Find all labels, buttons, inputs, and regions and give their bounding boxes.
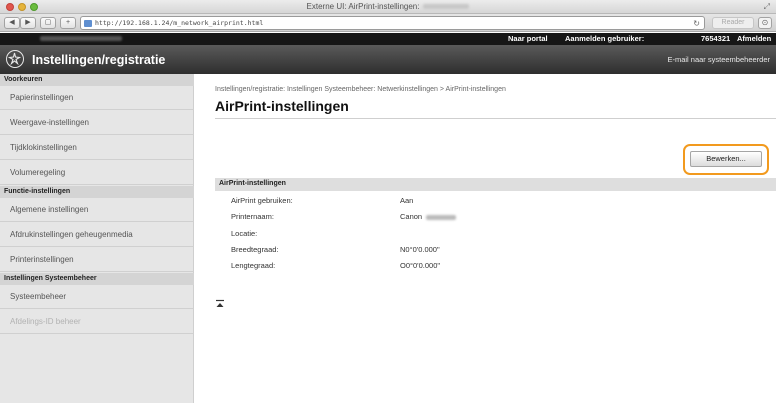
device-name-redacted [40,36,122,41]
sidebar-heading-preferences: Voorkeuren [0,74,194,86]
sidebar-heading-system: Instellingen Systeembeheer [0,273,194,285]
printer-name-redacted [426,214,457,220]
show-all-tabs-icon[interactable]: ▢ [40,17,56,29]
sidebar-item-volume[interactable]: Volumeregeling [0,161,194,185]
sidebar-item-paper[interactable]: Papierinstellingen [0,86,194,110]
sidebar-item-display[interactable]: Weergave-instellingen [0,111,194,135]
logged-in-label: Aanmelden gebruiker: [565,34,645,43]
breadcrumb: Instellingen/registratie: Instellingen S… [215,86,506,93]
fullscreen-icon[interactable]: ⤢ [764,2,770,12]
setting-label: Printernaam: [231,212,274,221]
setting-label: AirPrint gebruiken: [231,196,293,205]
back-button[interactable]: ◀ [4,17,20,29]
setting-value: O0°0'0.000" [400,261,441,270]
page-header: Instellingen/registratie E-mail naar sys… [0,45,776,74]
edit-button[interactable]: Bewerken... [690,151,762,167]
reader-button[interactable]: Reader [712,17,754,29]
setting-row-location: Locatie: [215,226,776,242]
sidebar-item-department-id[interactable]: Afdelings-ID beheer [0,310,194,334]
window-titlebar: Externe UI: AirPrint-instellingen: ⤢ [0,0,776,14]
setting-row-printer-name: Printernaam: Canon [215,209,776,225]
reload-icon[interactable]: ↻ [693,19,700,28]
section-heading: AirPrint-instellingen [215,178,776,191]
header-title: Instellingen/registratie [32,53,166,67]
sidebar-item-system-management[interactable]: Systeembeheer [0,285,194,309]
setting-row-airprint: AirPrint gebruiken: Aan [215,193,776,209]
window-title: Externe UI: AirPrint-instellingen: [0,2,776,11]
sidebar-heading-functions: Functie-instellingen [0,186,194,198]
browser-toolbar: ◀ ▶ ▢ + http://192.168.1.24/m_network_ai… [0,14,776,32]
settings-logo-icon [6,50,24,68]
downloads-icon[interactable]: ⊙ [758,17,772,29]
top-nav-bar: Naar portal Aanmelden gebruiker: 7654321… [0,33,776,45]
sidebar-item-printer[interactable]: Printerinstellingen [0,248,194,272]
site-favicon-icon [84,20,92,27]
setting-value: N0°0'0.000" [400,245,440,254]
title-divider [215,118,776,119]
setting-label: Breedtegraad: [231,245,279,254]
back-to-top-icon[interactable] [215,299,225,309]
setting-value: Canon [400,212,457,221]
forward-button[interactable]: ▶ [20,17,36,29]
sidebar-item-timer[interactable]: Tijdklokinstellingen [0,136,194,160]
sidebar-item-general[interactable]: Algemene instellingen [0,198,194,222]
setting-label: Lengtegraad: [231,261,276,270]
main-content: Instellingen/registratie: Instellingen S… [205,74,776,403]
url-text: http://192.168.1.24/m_network_airprint.h… [95,19,264,27]
setting-row-latitude: Breedtegraad: N0°0'0.000" [215,242,776,258]
address-bar[interactable]: http://192.168.1.24/m_network_airprint.h… [80,16,705,30]
sidebar: Voorkeuren Papierinstellingen Weergave-i… [0,74,194,403]
add-bookmark-button[interactable]: + [60,17,76,29]
page-title: AirPrint-instellingen [215,98,349,114]
setting-value: Aan [400,196,414,205]
setting-row-longitude: Lengtegraad: O0°0'0.000" [215,258,776,274]
logout-link[interactable]: Afmelden [737,34,771,43]
setting-label: Locatie: [231,229,258,238]
sidebar-item-media-print[interactable]: Afdrukinstellingen geheugenmedia [0,223,194,247]
user-id: 7654321 [701,34,731,43]
portal-link[interactable]: Naar portal [508,34,548,43]
email-admin-link[interactable]: E-mail naar systeembeheerder [667,55,770,64]
